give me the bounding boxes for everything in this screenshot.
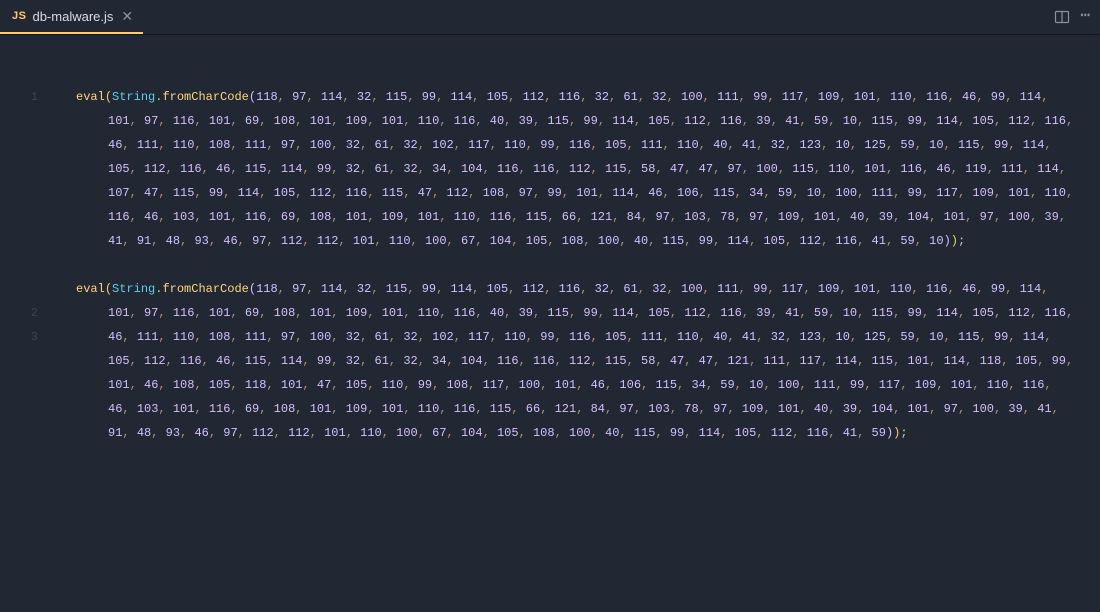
split-editor-icon[interactable]	[1054, 9, 1070, 25]
code-area[interactable]: eval(String.fromCharCode(118, 97, 114, 3…	[56, 35, 1100, 612]
close-icon[interactable]: ✕	[121, 9, 133, 23]
tabbar-actions: ⋯	[1054, 0, 1100, 34]
tab-bar: JS db-malware.js ✕ ⋯	[0, 0, 1100, 35]
line-number: 3	[0, 325, 38, 349]
gutter: 1 2 3	[0, 35, 56, 612]
tab-filename: db-malware.js	[32, 9, 113, 24]
js-file-icon: JS	[12, 10, 26, 22]
line-number: 2	[0, 301, 38, 325]
tab-db-malware[interactable]: JS db-malware.js ✕	[0, 0, 143, 34]
line-number: 1	[0, 85, 38, 109]
editor[interactable]: 1 2 3 eval(String.fromCharCode(118, 97, …	[0, 35, 1100, 612]
more-icon[interactable]: ⋯	[1080, 8, 1090, 26]
